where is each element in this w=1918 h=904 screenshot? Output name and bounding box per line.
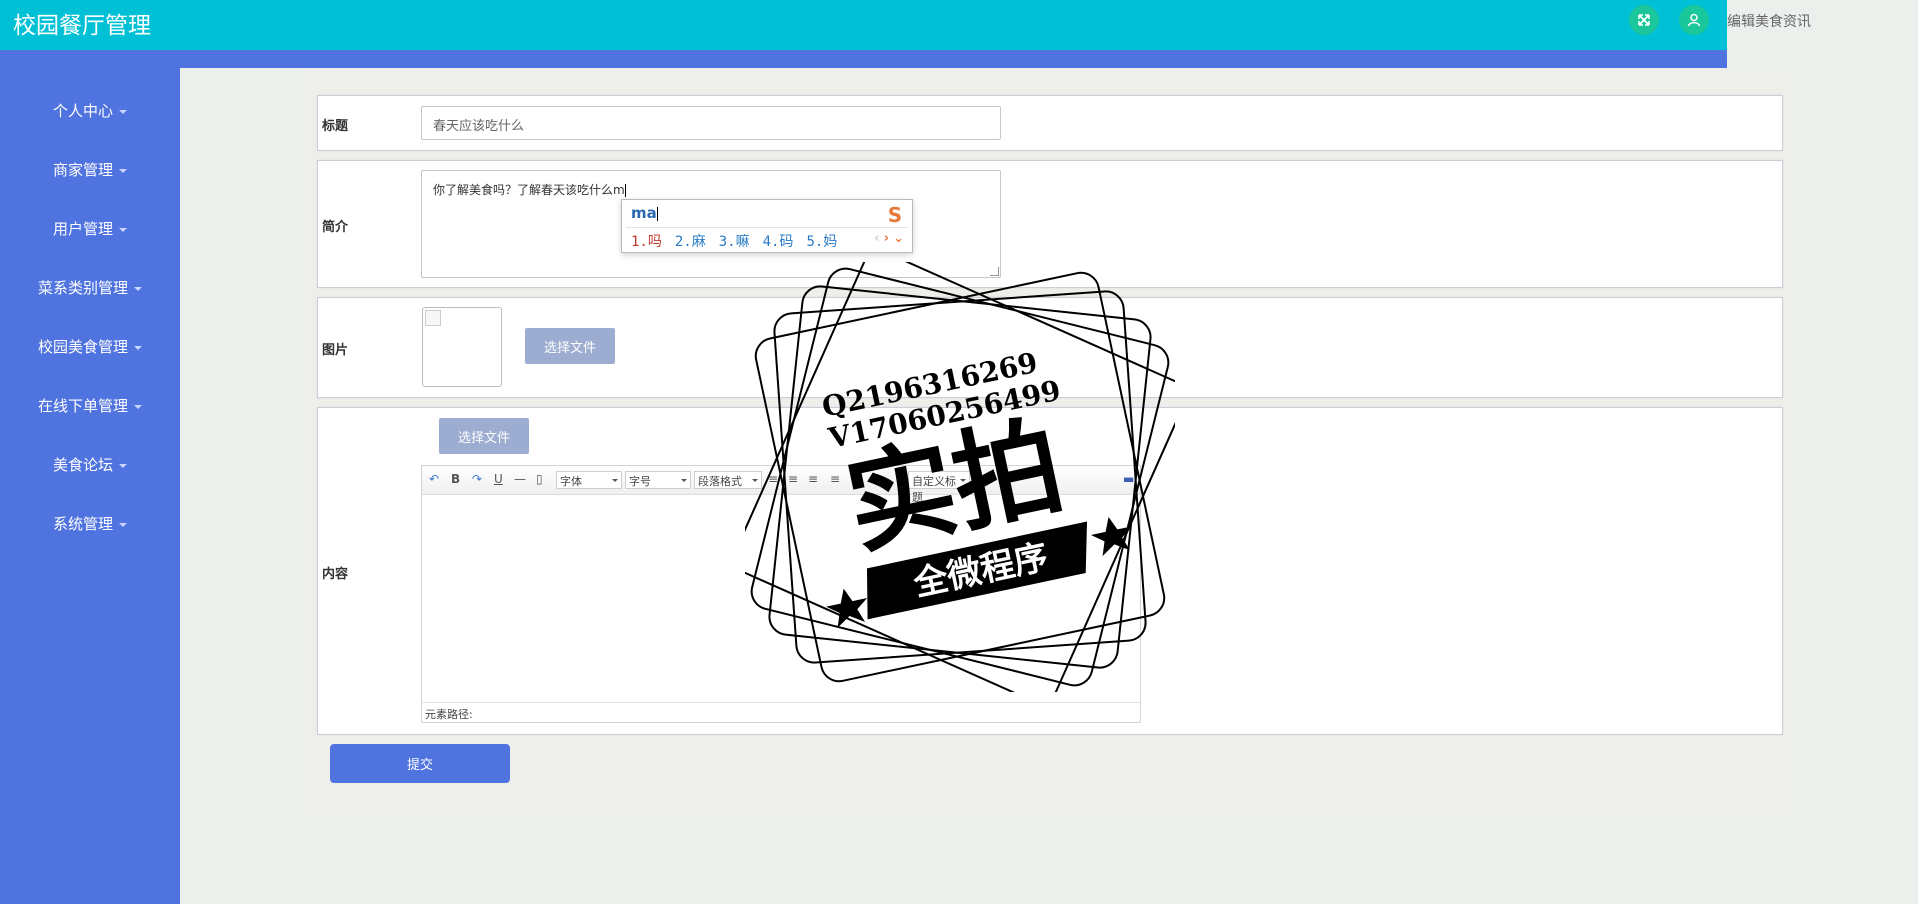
sidebar-item-food-forum[interactable]: 美食论坛 [0, 454, 180, 475]
underline-icon[interactable]: U [494, 472, 503, 486]
element-path-bar: 元素路径: [422, 702, 1140, 722]
sidebar: 个人中心 商家管理 用户管理 菜系类别管理 校园美食管理 在线下单管理 美食论坛… [0, 50, 180, 904]
sidebar-item-label: 菜系类别管理 [37, 279, 128, 297]
bold-icon[interactable]: B [451, 472, 460, 486]
chevron-down-icon [119, 227, 127, 232]
chevron-down-icon [119, 109, 127, 114]
sidebar-item-personal-center[interactable]: 个人中心 [0, 100, 180, 121]
text-caret [624, 184, 626, 197]
title-input[interactable]: 春天应该吃什么 [421, 106, 1001, 140]
page-icon[interactable]: ▯ [536, 472, 543, 486]
ime-candidate-popup: ma S 1.吗 2.麻 3.嘛 4.码 5.妈 ‹ › ⌄ [621, 199, 913, 253]
person-icon [1687, 13, 1701, 27]
chevron-down-icon [134, 286, 142, 291]
sidebar-item-label: 个人中心 [52, 102, 113, 120]
user-icon[interactable] [1679, 5, 1709, 35]
sidebar-item-label: 用户管理 [52, 220, 113, 238]
submit-button[interactable]: 提交 [330, 744, 510, 783]
sogou-logo-icon: S [887, 203, 903, 227]
sidebar-item-label: 商家管理 [52, 161, 113, 179]
font-family-select[interactable]: 字体 [556, 471, 622, 489]
sidebar-item-system[interactable]: 系统管理 [0, 513, 180, 534]
title-label: 标题 [322, 119, 349, 134]
fullscreen-icon[interactable] [1629, 5, 1659, 35]
sidebar-item-merchant[interactable]: 商家管理 [0, 159, 180, 180]
broken-image-icon [425, 310, 441, 326]
star-icon [826, 588, 868, 628]
undo-icon[interactable]: ↶ [429, 472, 439, 486]
sidebar-item-label: 在线下单管理 [37, 397, 128, 415]
title-row: 标题 春天应该吃什么 [317, 95, 1783, 151]
ime-page-nav[interactable]: ‹ › ⌄ [874, 231, 904, 246]
ime-candidates: 1.吗 2.麻 3.嘛 4.码 5.妈 [631, 231, 850, 251]
horizontal-rule-icon[interactable]: — [514, 472, 526, 486]
expand-arrows-icon [1638, 14, 1650, 26]
sidebar-item-campus-food[interactable]: 校园美食管理 [0, 336, 180, 357]
chevron-down-icon [134, 404, 142, 409]
sidebar-item-label: 校园美食管理 [37, 338, 128, 356]
header-strip [180, 50, 1727, 68]
sidebar-item-online-orders[interactable]: 在线下单管理 [0, 395, 180, 416]
watermark-stamp: Q2196316269 V17060256499 实拍 全微程序 [745, 262, 1175, 692]
sidebar-item-label: 系统管理 [52, 515, 113, 533]
redo-icon[interactable]: ↷ [472, 472, 482, 486]
image-label: 图片 [322, 343, 349, 358]
chevron-down-icon [134, 345, 142, 350]
image-preview [422, 307, 502, 387]
ime-candidate[interactable]: 1.吗 [631, 234, 662, 250]
content-choose-file-button[interactable]: 选择文件 [439, 418, 529, 454]
font-size-select[interactable]: 字号 [625, 471, 691, 489]
image-choose-file-button[interactable]: 选择文件 [525, 328, 615, 364]
intro-text: 你了解美食吗？了解春天该吃什么m [433, 183, 625, 197]
sidebar-item-label: 美食论坛 [52, 456, 113, 474]
app-title: 校园餐厅管理 [13, 13, 151, 39]
sidebar-item-cuisine-category[interactable]: 菜系类别管理 [0, 277, 180, 298]
chevron-down-icon [119, 522, 127, 527]
ime-pinyin: ma [631, 204, 658, 222]
ime-candidate[interactable]: 3.嘛 [719, 234, 750, 250]
ime-candidate[interactable]: 5.妈 [806, 234, 837, 250]
sidebar-item-users[interactable]: 用户管理 [0, 218, 180, 239]
chevron-down-icon [119, 168, 127, 173]
intro-label: 简介 [322, 220, 349, 235]
top-bar: 校园餐厅管理 [0, 0, 1727, 50]
content-label: 内容 [322, 567, 349, 582]
ime-candidate[interactable]: 2.麻 [675, 234, 706, 250]
ime-candidate[interactable]: 4.码 [763, 234, 794, 250]
page-breadcrumb: 编辑美食资讯 [1727, 14, 1811, 30]
chevron-down-icon [119, 463, 127, 468]
